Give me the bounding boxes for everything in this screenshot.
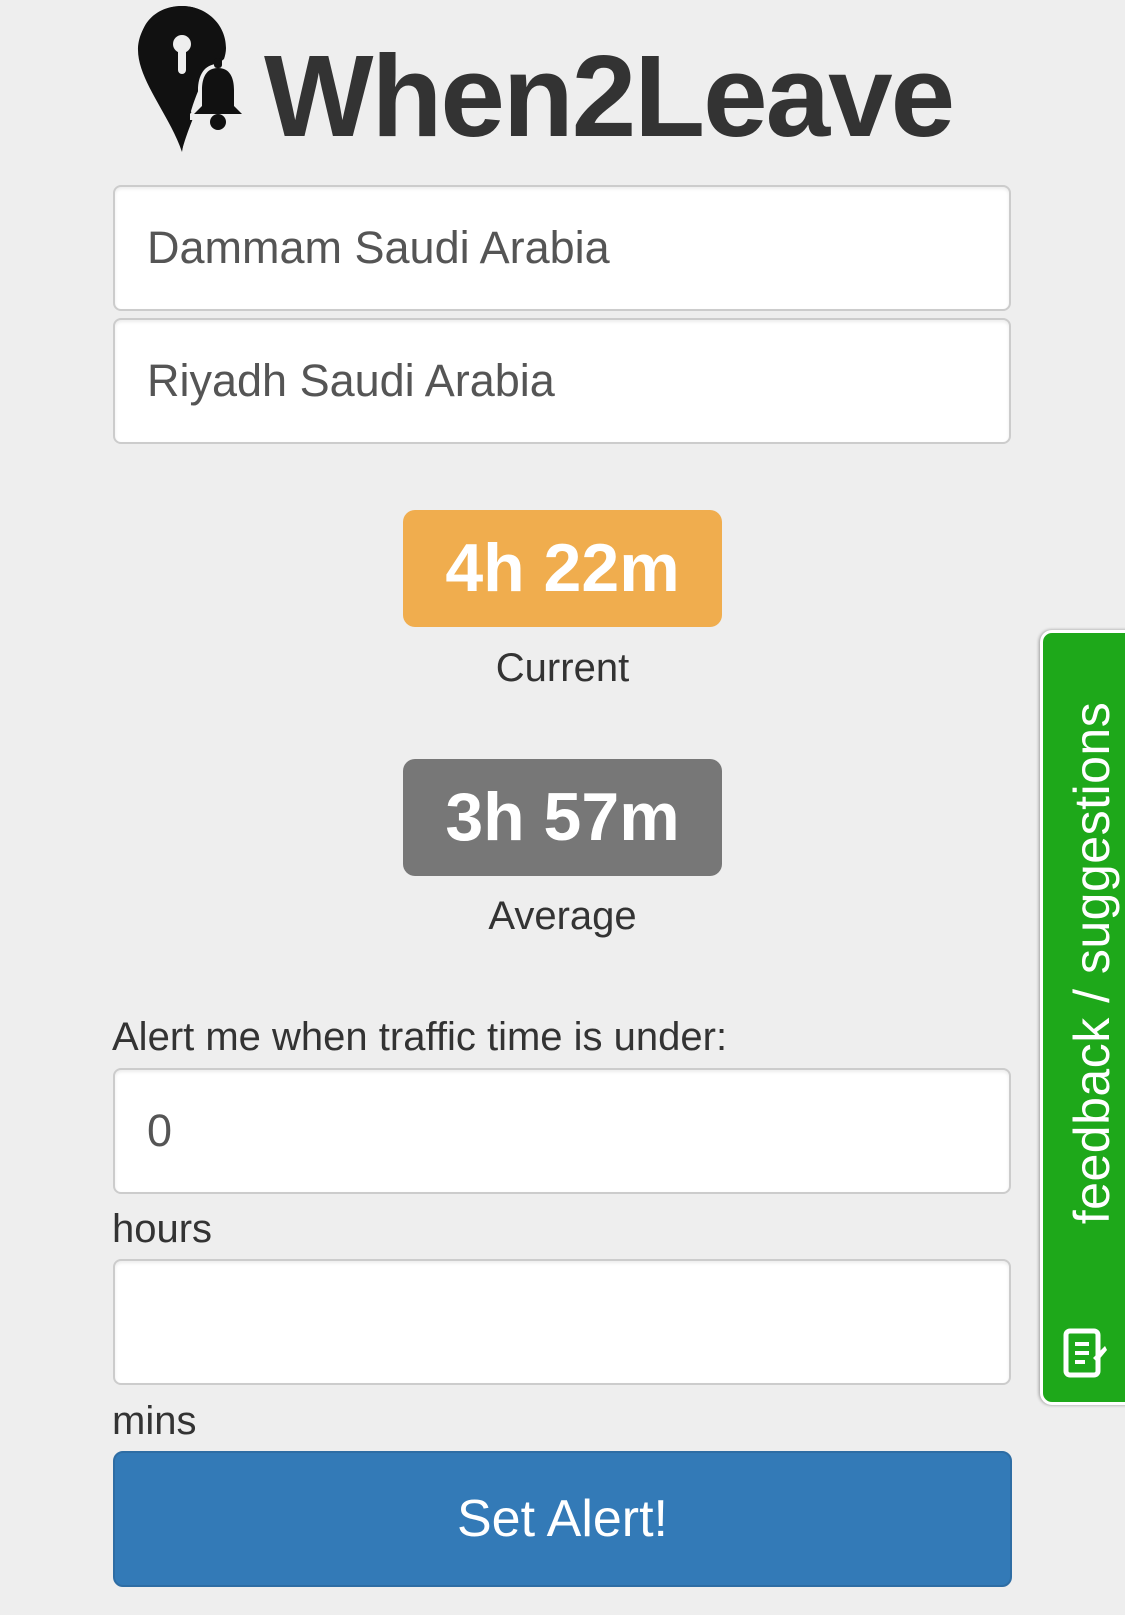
destination-input[interactable] — [113, 318, 1011, 444]
set-alert-button[interactable]: Set Alert! — [113, 1451, 1012, 1587]
mins-label: mins — [112, 1399, 197, 1443]
feedback-tab[interactable]: feedback / suggestions — [1040, 630, 1125, 1405]
origin-input[interactable] — [113, 185, 1011, 311]
hours-input[interactable] — [113, 1068, 1011, 1194]
feedback-tab-label: feedback / suggestions — [1063, 701, 1120, 1225]
note-icon — [1063, 1328, 1107, 1378]
alert-prompt-label: Alert me when traffic time is under: — [112, 1015, 728, 1059]
mins-input[interactable] — [113, 1259, 1011, 1385]
location-pin-bell-icon — [138, 6, 246, 152]
app-title: When2Leave — [264, 31, 955, 161]
average-time-badge: 3h 57m — [403, 759, 722, 876]
current-time-label: Current — [495, 646, 630, 690]
average-time-label: Average — [488, 894, 637, 938]
current-time-badge: 4h 22m — [403, 510, 722, 627]
hours-label: hours — [112, 1207, 213, 1251]
app-header: When2Leave — [132, 4, 955, 154]
